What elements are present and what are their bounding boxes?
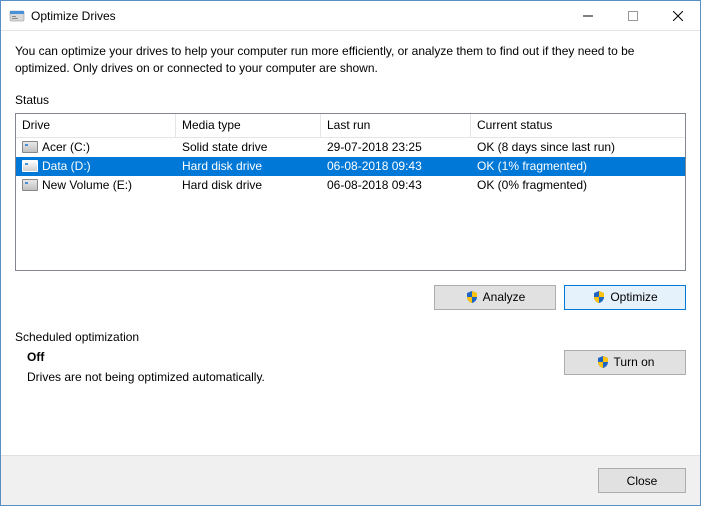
app-icon [9, 8, 25, 24]
drive-name: New Volume (E:) [42, 178, 132, 192]
drive-lastrun: 29-07-2018 23:25 [321, 138, 471, 157]
drive-media: Hard disk drive [176, 176, 321, 195]
turn-on-button[interactable]: Turn on [564, 350, 686, 375]
drive-icon [22, 179, 38, 191]
drive-status: OK (8 days since last run) [471, 138, 685, 157]
optimize-label: Optimize [610, 290, 657, 304]
scheduled-section: Scheduled optimization Off Drives are no… [15, 330, 686, 384]
drive-name: Data (D:) [42, 159, 91, 173]
titlebar: Optimize Drives [1, 1, 700, 31]
table-row[interactable]: New Volume (E:) Hard disk drive06-08-2018… [16, 176, 685, 195]
drive-status: OK (1% fragmented) [471, 157, 685, 176]
scheduled-detail: Drives are not being optimized automatic… [27, 370, 554, 384]
drive-icon [22, 160, 38, 172]
drive-lastrun: 06-08-2018 09:43 [321, 157, 471, 176]
optimize-button[interactable]: Optimize [564, 285, 686, 310]
drive-media: Solid state drive [176, 138, 321, 157]
table-row[interactable]: Acer (C:) Solid state drive29-07-2018 23:… [16, 138, 685, 157]
drives-header: Drive Media type Last run Current status [16, 114, 685, 138]
turn-on-label: Turn on [614, 355, 655, 369]
close-label: Close [627, 474, 658, 488]
drive-name: Acer (C:) [42, 140, 90, 154]
maximize-button[interactable] [610, 1, 655, 31]
content-area: You can optimize your drives to help you… [1, 31, 700, 455]
window-title: Optimize Drives [31, 9, 116, 23]
analyze-label: Analyze [483, 290, 526, 304]
drive-lastrun: 06-08-2018 09:43 [321, 176, 471, 195]
drive-media: Hard disk drive [176, 157, 321, 176]
column-header-lastrun[interactable]: Last run [321, 114, 471, 137]
column-header-drive[interactable]: Drive [16, 114, 176, 137]
analyze-button[interactable]: Analyze [434, 285, 556, 310]
shield-icon [596, 355, 610, 369]
scheduled-state: Off [27, 350, 554, 364]
drives-body: Acer (C:) Solid state drive29-07-2018 23:… [16, 138, 685, 195]
scheduled-label: Scheduled optimization [15, 330, 686, 344]
drive-icon [22, 141, 38, 153]
drive-status: OK (0% fragmented) [471, 176, 685, 195]
close-dialog-button[interactable]: Close [598, 468, 686, 493]
column-header-media[interactable]: Media type [176, 114, 321, 137]
table-row[interactable]: Data (D:) Hard disk drive06-08-2018 09:43… [16, 157, 685, 176]
drive-actions: Analyze Optimize [15, 285, 686, 310]
minimize-button[interactable] [565, 1, 610, 31]
status-label: Status [15, 93, 686, 107]
footer: Close [1, 455, 700, 505]
intro-text: You can optimize your drives to help you… [15, 43, 686, 77]
shield-icon [465, 290, 479, 304]
close-button[interactable] [655, 1, 700, 31]
drives-list: Drive Media type Last run Current status… [15, 113, 686, 271]
column-header-status[interactable]: Current status [471, 114, 685, 137]
shield-icon [592, 290, 606, 304]
